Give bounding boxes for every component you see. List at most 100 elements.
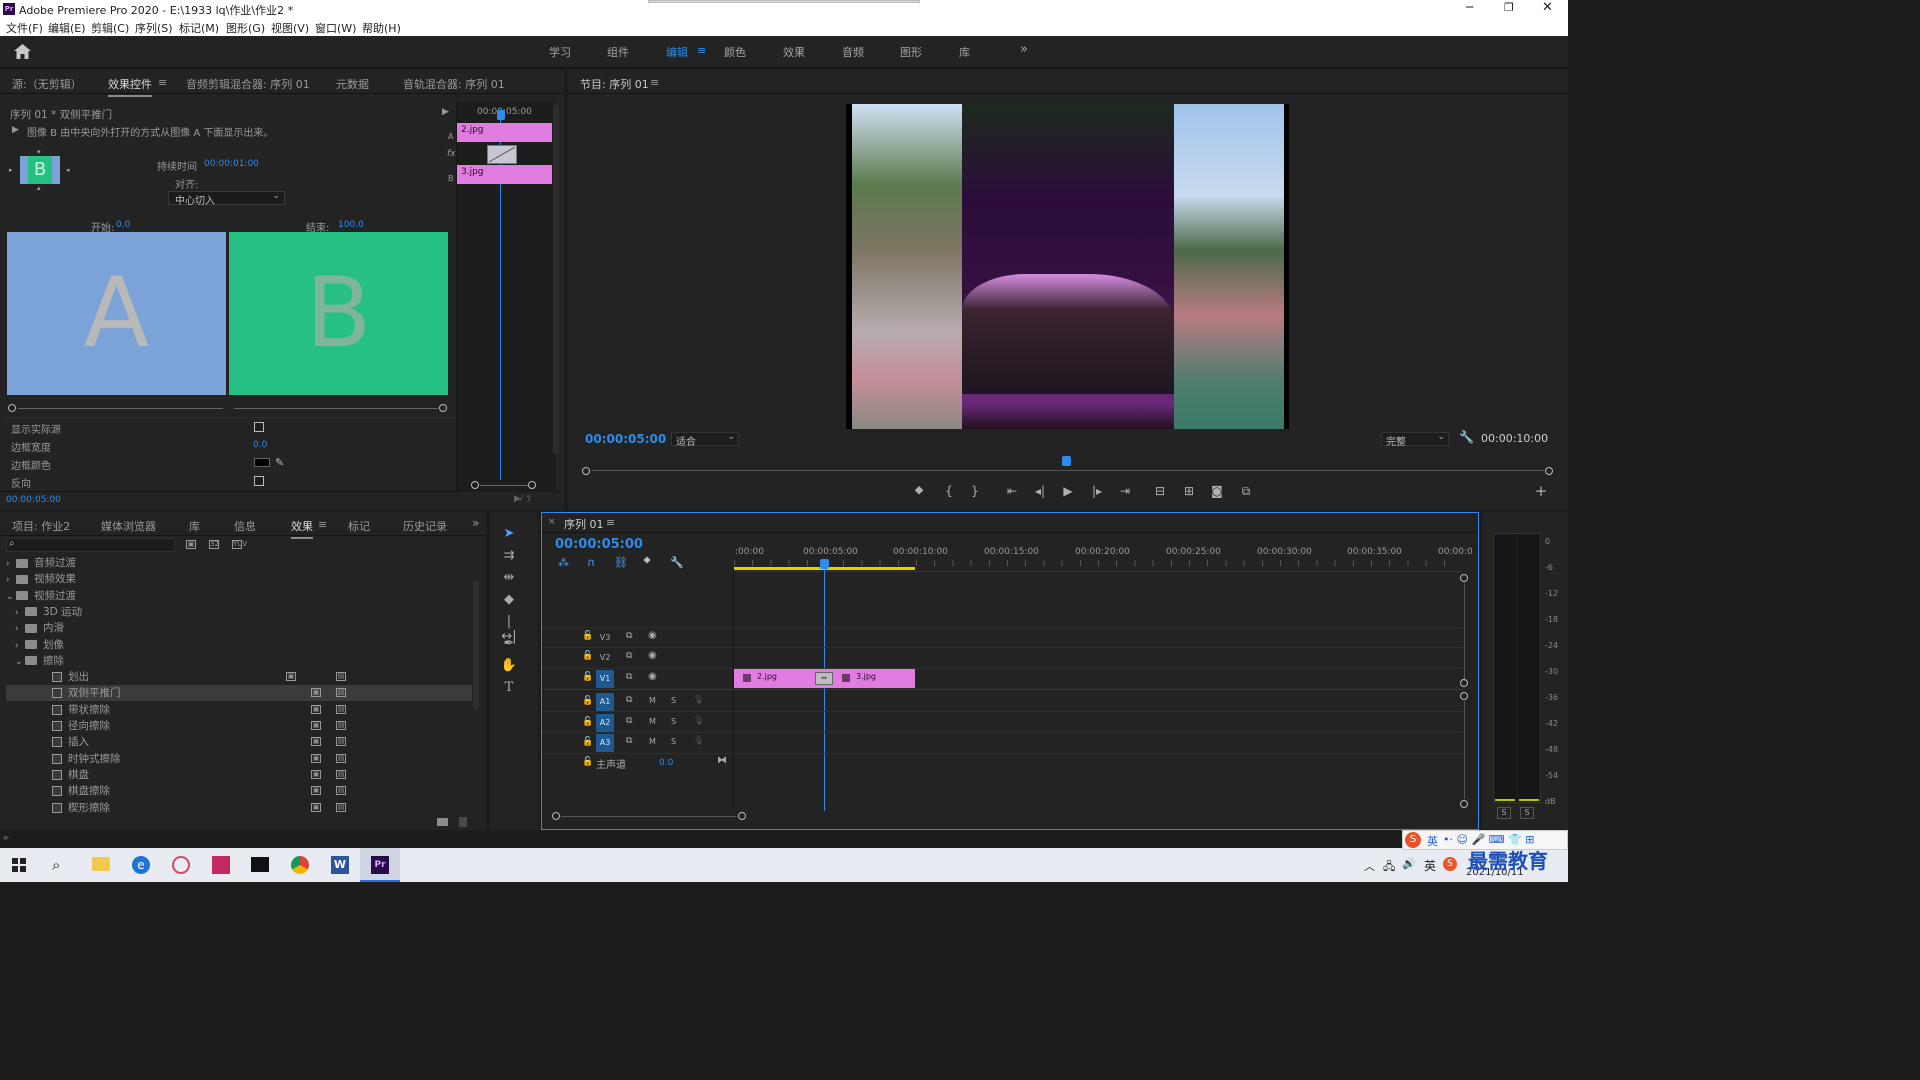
program-timecode[interactable]: 00:00:05:00: [585, 432, 666, 446]
workspace-learn[interactable]: 学习: [549, 44, 571, 60]
tab-media-browser[interactable]: 媒体浏览器: [101, 518, 156, 534]
track-target-v1[interactable]: V1: [596, 670, 614, 688]
sync-lock-icon[interactable]: ⧉: [626, 672, 632, 682]
tree-folder[interactable]: › 视频效果: [6, 571, 472, 587]
solo-left-button[interactable]: S: [1497, 807, 1511, 819]
chevron-right-icon[interactable]: ›: [15, 608, 25, 618]
menu-file[interactable]: 文件(F): [6, 20, 43, 36]
tree-folder[interactable]: › 3D 运动: [6, 604, 472, 620]
effects-search-input[interactable]: ⌕: [6, 538, 175, 552]
tree-effect-item[interactable]: 径向擦除: [6, 718, 472, 734]
program-monitor-title[interactable]: 节目: 序列 01: [580, 76, 649, 92]
chevron-down-icon[interactable]: ⌄: [6, 592, 16, 602]
pen-tool-icon[interactable]: ✒: [500, 636, 518, 654]
timeline-transition[interactable]: ⇔: [815, 672, 833, 685]
minimize-button[interactable]: ─: [1466, 0, 1480, 16]
sync-lock-icon[interactable]: ⧉: [626, 631, 632, 641]
premiere-taskbar-icon[interactable]: Pr: [360, 848, 400, 882]
timeline-vscroll-mid2[interactable]: [1460, 692, 1468, 700]
timeline-settings-icon[interactable]: 🔧: [670, 556, 684, 569]
ec-mini-playhead-head[interactable]: [497, 110, 505, 120]
tab-project[interactable]: 项目: 作业2: [12, 518, 70, 534]
new-bin-icon[interactable]: [437, 818, 448, 826]
expand-arrow-icon[interactable]: ▶: [442, 107, 449, 117]
workspace-graphics[interactable]: 图形: [900, 44, 922, 60]
windows-start-icon[interactable]: [12, 858, 26, 872]
tab-metadata[interactable]: 元数据: [336, 76, 369, 92]
menu-clip[interactable]: 剪辑(C): [91, 20, 129, 36]
workspace-libraries[interactable]: 库: [959, 44, 970, 60]
mute-button[interactable]: M: [649, 737, 656, 746]
program-menu-icon[interactable]: ≡: [650, 76, 659, 89]
go-to-in-icon[interactable]: ⇤: [1002, 484, 1022, 498]
trash-icon[interactable]: [459, 817, 467, 827]
sogou-icon[interactable]: S: [1443, 857, 1457, 871]
go-to-in-out-icon[interactable]: ⧓: [717, 755, 727, 766]
yuv-effects-icon[interactable]: YUV: [232, 540, 247, 549]
tree-effect-item[interactable]: 插入: [6, 734, 472, 750]
eyedropper-icon[interactable]: ✎: [275, 456, 284, 469]
network-icon[interactable]: 🖧: [1383, 858, 1395, 877]
tree-effect-item[interactable]: 棋盘: [6, 767, 472, 783]
menu-help[interactable]: 帮助(H): [362, 20, 401, 36]
eye-icon[interactable]: ◉: [648, 650, 657, 661]
solo-right-button[interactable]: S: [1520, 807, 1534, 819]
timeline-clip-2jpg[interactable]: 2.jpg: [734, 669, 825, 688]
home-icon[interactable]: [14, 44, 31, 59]
workspace-effects[interactable]: 效果: [783, 44, 805, 60]
program-playhead[interactable]: [1062, 456, 1071, 466]
play-transition-icon[interactable]: ▶: [12, 125, 19, 135]
lock-icon[interactable]: 🔓: [582, 631, 593, 641]
workspace-color[interactable]: 颜色: [724, 44, 746, 60]
track-target-a2[interactable]: A2: [596, 714, 614, 732]
lock-icon[interactable]: 🔓: [582, 737, 593, 747]
add-marker-icon[interactable]: ⯁: [643, 556, 651, 567]
timeline-timecode[interactable]: 00:00:05:00: [555, 537, 643, 552]
timeline-close-icon[interactable]: ×: [548, 517, 556, 527]
selection-tool-icon[interactable]: ➤: [500, 526, 518, 544]
menu-view[interactable]: 视图(V): [271, 20, 309, 36]
fit-select[interactable]: 适合 ⌄: [671, 432, 739, 448]
sync-lock-icon[interactable]: ⧉: [626, 736, 632, 746]
track-target-v3[interactable]: V3: [596, 631, 614, 645]
panel-menu-icon[interactable]: ≡: [158, 76, 167, 89]
step-forward-icon[interactable]: |▸: [1087, 484, 1107, 498]
tree-folder[interactable]: ⌄ 擦除: [6, 653, 472, 669]
timeline-vscroll-bottom[interactable]: [1460, 800, 1468, 808]
master-value[interactable]: 0.0: [659, 758, 673, 768]
tree-folder[interactable]: › 内滑: [6, 620, 472, 636]
track-target-v2[interactable]: V2: [596, 651, 614, 665]
menu-edit[interactable]: 编辑(E): [48, 20, 86, 36]
menu-window[interactable]: 窗口(W): [315, 20, 356, 36]
compare-view-icon[interactable]: ⧉: [1236, 484, 1256, 499]
solo-button[interactable]: S: [671, 696, 676, 705]
export-frame-icon[interactable]: ◙: [1207, 484, 1227, 498]
mark-out-icon[interactable]: }: [965, 484, 985, 498]
show-actual-checkbox[interactable]: [254, 422, 264, 432]
go-to-out-icon[interactable]: ⇥: [1115, 484, 1135, 498]
tray-chevron-icon[interactable]: ︿: [1364, 858, 1375, 874]
sync-lock-icon[interactable]: ⧉: [626, 651, 632, 661]
track-target-a1[interactable]: A1: [596, 693, 614, 711]
clip-b-bar[interactable]: 3.jpg: [457, 165, 552, 184]
tree-effect-item[interactable]: 棋盘擦除: [6, 783, 472, 799]
workspace-editing[interactable]: 编辑: [666, 44, 688, 60]
sync-lock-icon[interactable]: ⧉: [626, 716, 632, 726]
tree-effect-item[interactable]: 时钟式擦除: [6, 751, 472, 767]
solo-button[interactable]: S: [671, 717, 676, 726]
workspace-assembly[interactable]: 组件: [607, 44, 629, 60]
lift-icon[interactable]: ⊟: [1150, 484, 1170, 498]
timeline-vscroll-top[interactable]: [1460, 574, 1468, 582]
lock-icon[interactable]: 🔓: [582, 757, 593, 767]
step-back-icon[interactable]: ◂|: [1030, 484, 1050, 498]
track-select-tool-icon[interactable]: ⇉: [500, 548, 518, 566]
tab-audio-track-mixer[interactable]: 音轨混合器: 序列 01: [403, 76, 505, 92]
nest-toggle-icon[interactable]: ⁂: [558, 556, 569, 569]
tab-info[interactable]: 信息: [234, 518, 256, 534]
snipping-tool-icon[interactable]: [172, 856, 190, 874]
chevron-right-icon[interactable]: ›: [6, 575, 16, 585]
intellij-icon[interactable]: [212, 856, 230, 874]
chevron-right-icon[interactable]: ›: [15, 641, 25, 651]
type-tool-icon[interactable]: T: [500, 680, 518, 698]
linked-selection-icon[interactable]: ⛓: [614, 556, 628, 569]
